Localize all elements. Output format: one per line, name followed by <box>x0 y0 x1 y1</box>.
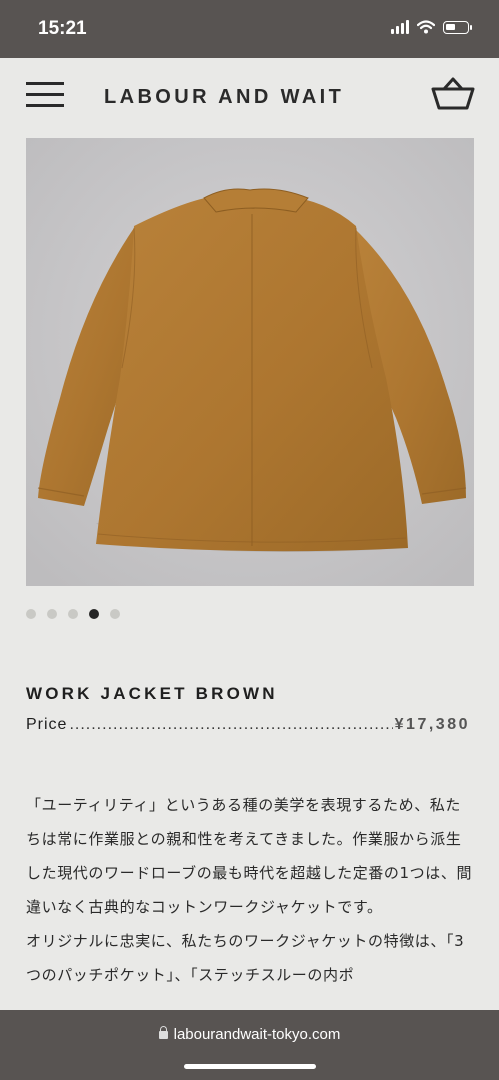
gallery-dots <box>26 609 120 619</box>
gallery-dot[interactable] <box>68 609 78 619</box>
product-description: 「ユーティリティ」というある種の美学を表現するため、私たちは常に作業服との親和性… <box>26 788 474 992</box>
price-row: Price ..................................… <box>26 716 470 734</box>
status-time: 15:21 <box>38 18 87 39</box>
lock-icon <box>158 1026 168 1039</box>
price-leader: ........................................… <box>69 716 392 733</box>
status-bar: 15:21 <box>0 0 499 58</box>
price-value: ¥17,380 <box>394 716 470 733</box>
signal-icon <box>391 20 409 34</box>
product-image[interactable] <box>26 138 474 586</box>
url-text[interactable]: labourandwait-tokyo.com <box>174 1026 341 1043</box>
price-label: Price <box>26 716 68 733</box>
battery-icon <box>443 20 472 34</box>
gallery-dot[interactable] <box>47 609 57 619</box>
gallery-dot[interactable] <box>26 609 36 619</box>
description-paragraph: オリジナルに忠実に、私たちのワークジャケットの特徴は、「3つのパッチポケット」、… <box>26 932 465 984</box>
gallery-dot-active[interactable] <box>89 609 99 619</box>
brand-logo[interactable]: LABOUR AND WAIT <box>104 86 344 109</box>
gallery-dot[interactable] <box>110 609 120 619</box>
menu-icon[interactable] <box>26 82 64 108</box>
browser-url-bar[interactable]: labourandwait-tokyo.com <box>0 1010 499 1080</box>
url-line[interactable]: labourandwait-tokyo.com <box>0 1026 499 1043</box>
status-icons <box>391 20 472 34</box>
home-indicator[interactable] <box>184 1064 316 1069</box>
product-title: WORK JACKET BROWN <box>26 684 278 703</box>
description-paragraph: 「ユーティリティ」というある種の美学を表現するため、私たちは常に作業服との親和性… <box>26 796 473 916</box>
basket-icon[interactable] <box>431 76 475 110</box>
wifi-icon <box>417 20 435 34</box>
site-header: LABOUR AND WAIT <box>0 58 499 138</box>
jacket-photo <box>26 138 474 586</box>
